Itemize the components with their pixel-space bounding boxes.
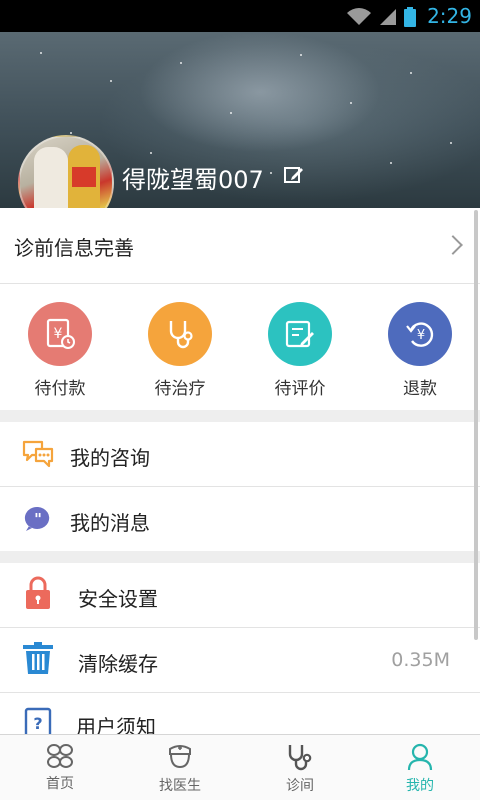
battery-icon (404, 7, 416, 27)
tab-label: 我的 (406, 778, 434, 794)
chat-bubbles-icon (22, 438, 54, 470)
doctor-icon (169, 745, 191, 769)
menu-item-security-settings[interactable]: 安全设置 (0, 563, 480, 627)
tab-label: 诊间 (286, 778, 314, 794)
trash-icon (22, 642, 54, 674)
pre-diagnosis-label: 诊前信息完善 (14, 236, 134, 260)
menu-item-my-consultation[interactable]: 我的咨询 (0, 422, 480, 486)
menu-item-clear-cache[interactable]: 清除缓存 0.35M (0, 628, 480, 692)
lock-icon (22, 576, 54, 609)
order-pending-review[interactable]: 待评价 (240, 302, 360, 399)
tab-label: 首页 (46, 776, 74, 792)
message-quote-icon: " (22, 503, 54, 535)
menu-item-user-notice[interactable]: ? 用户须知 (0, 693, 480, 734)
tab-label: 找医生 (159, 778, 201, 794)
stethoscope-tab-icon (288, 745, 312, 771)
chevron-right-icon (443, 235, 463, 255)
order-label: 待评价 (274, 379, 326, 399)
order-label: 退款 (403, 379, 437, 399)
home-grid-icon (47, 744, 73, 768)
menu-item-my-messages[interactable]: " 我的消息 (0, 487, 480, 551)
section-gap (0, 410, 480, 422)
tab-home[interactable]: 首页 (0, 735, 120, 800)
svg-text:¥: ¥ (54, 326, 63, 342)
bottom-tab-bar: 首页 找医生 诊间 我的 (0, 734, 480, 800)
username: 得陇望蜀007 (122, 166, 264, 194)
scrollbar[interactable] (474, 210, 478, 640)
tab-mine[interactable]: 我的 (360, 735, 480, 800)
menu-label: 我的消息 (70, 511, 150, 535)
refund-icon: ¥ (388, 302, 452, 366)
edit-profile-icon[interactable] (284, 165, 304, 185)
status-icons (346, 7, 416, 27)
menu-label: 清除缓存 (78, 652, 158, 676)
order-label: 待治疗 (154, 379, 206, 399)
tab-clinic[interactable]: 诊间 (240, 735, 360, 800)
status-time: 2:29 (427, 4, 472, 28)
edit-note-icon (268, 302, 332, 366)
order-pending-payment[interactable]: ¥ 待付款 (0, 302, 120, 399)
order-refund[interactable]: ¥ 退款 (360, 302, 480, 399)
help-icon: ? (22, 707, 54, 734)
wifi-icon (347, 8, 371, 25)
svg-text:¥: ¥ (417, 328, 425, 343)
tab-find-doctor[interactable]: 找医生 (120, 735, 240, 800)
cache-size-value: 0.35M (391, 649, 450, 671)
section-gap (0, 551, 480, 563)
pre-diagnosis-row[interactable]: 诊前信息完善 (0, 208, 480, 283)
stethoscope-icon (148, 302, 212, 366)
person-icon (407, 743, 433, 771)
yen-receipt-icon: ¥ (28, 302, 92, 366)
menu-label: 安全设置 (78, 587, 158, 611)
order-pending-treatment[interactable]: 待治疗 (120, 302, 240, 399)
svg-text:": " (34, 510, 42, 528)
svg-text:?: ? (33, 714, 42, 733)
menu-label: 用户须知 (76, 715, 156, 734)
status-bar: 2:29 (0, 0, 480, 32)
order-label: 待付款 (34, 379, 86, 399)
signal-icon (380, 9, 396, 25)
menu-label: 我的咨询 (70, 446, 150, 470)
